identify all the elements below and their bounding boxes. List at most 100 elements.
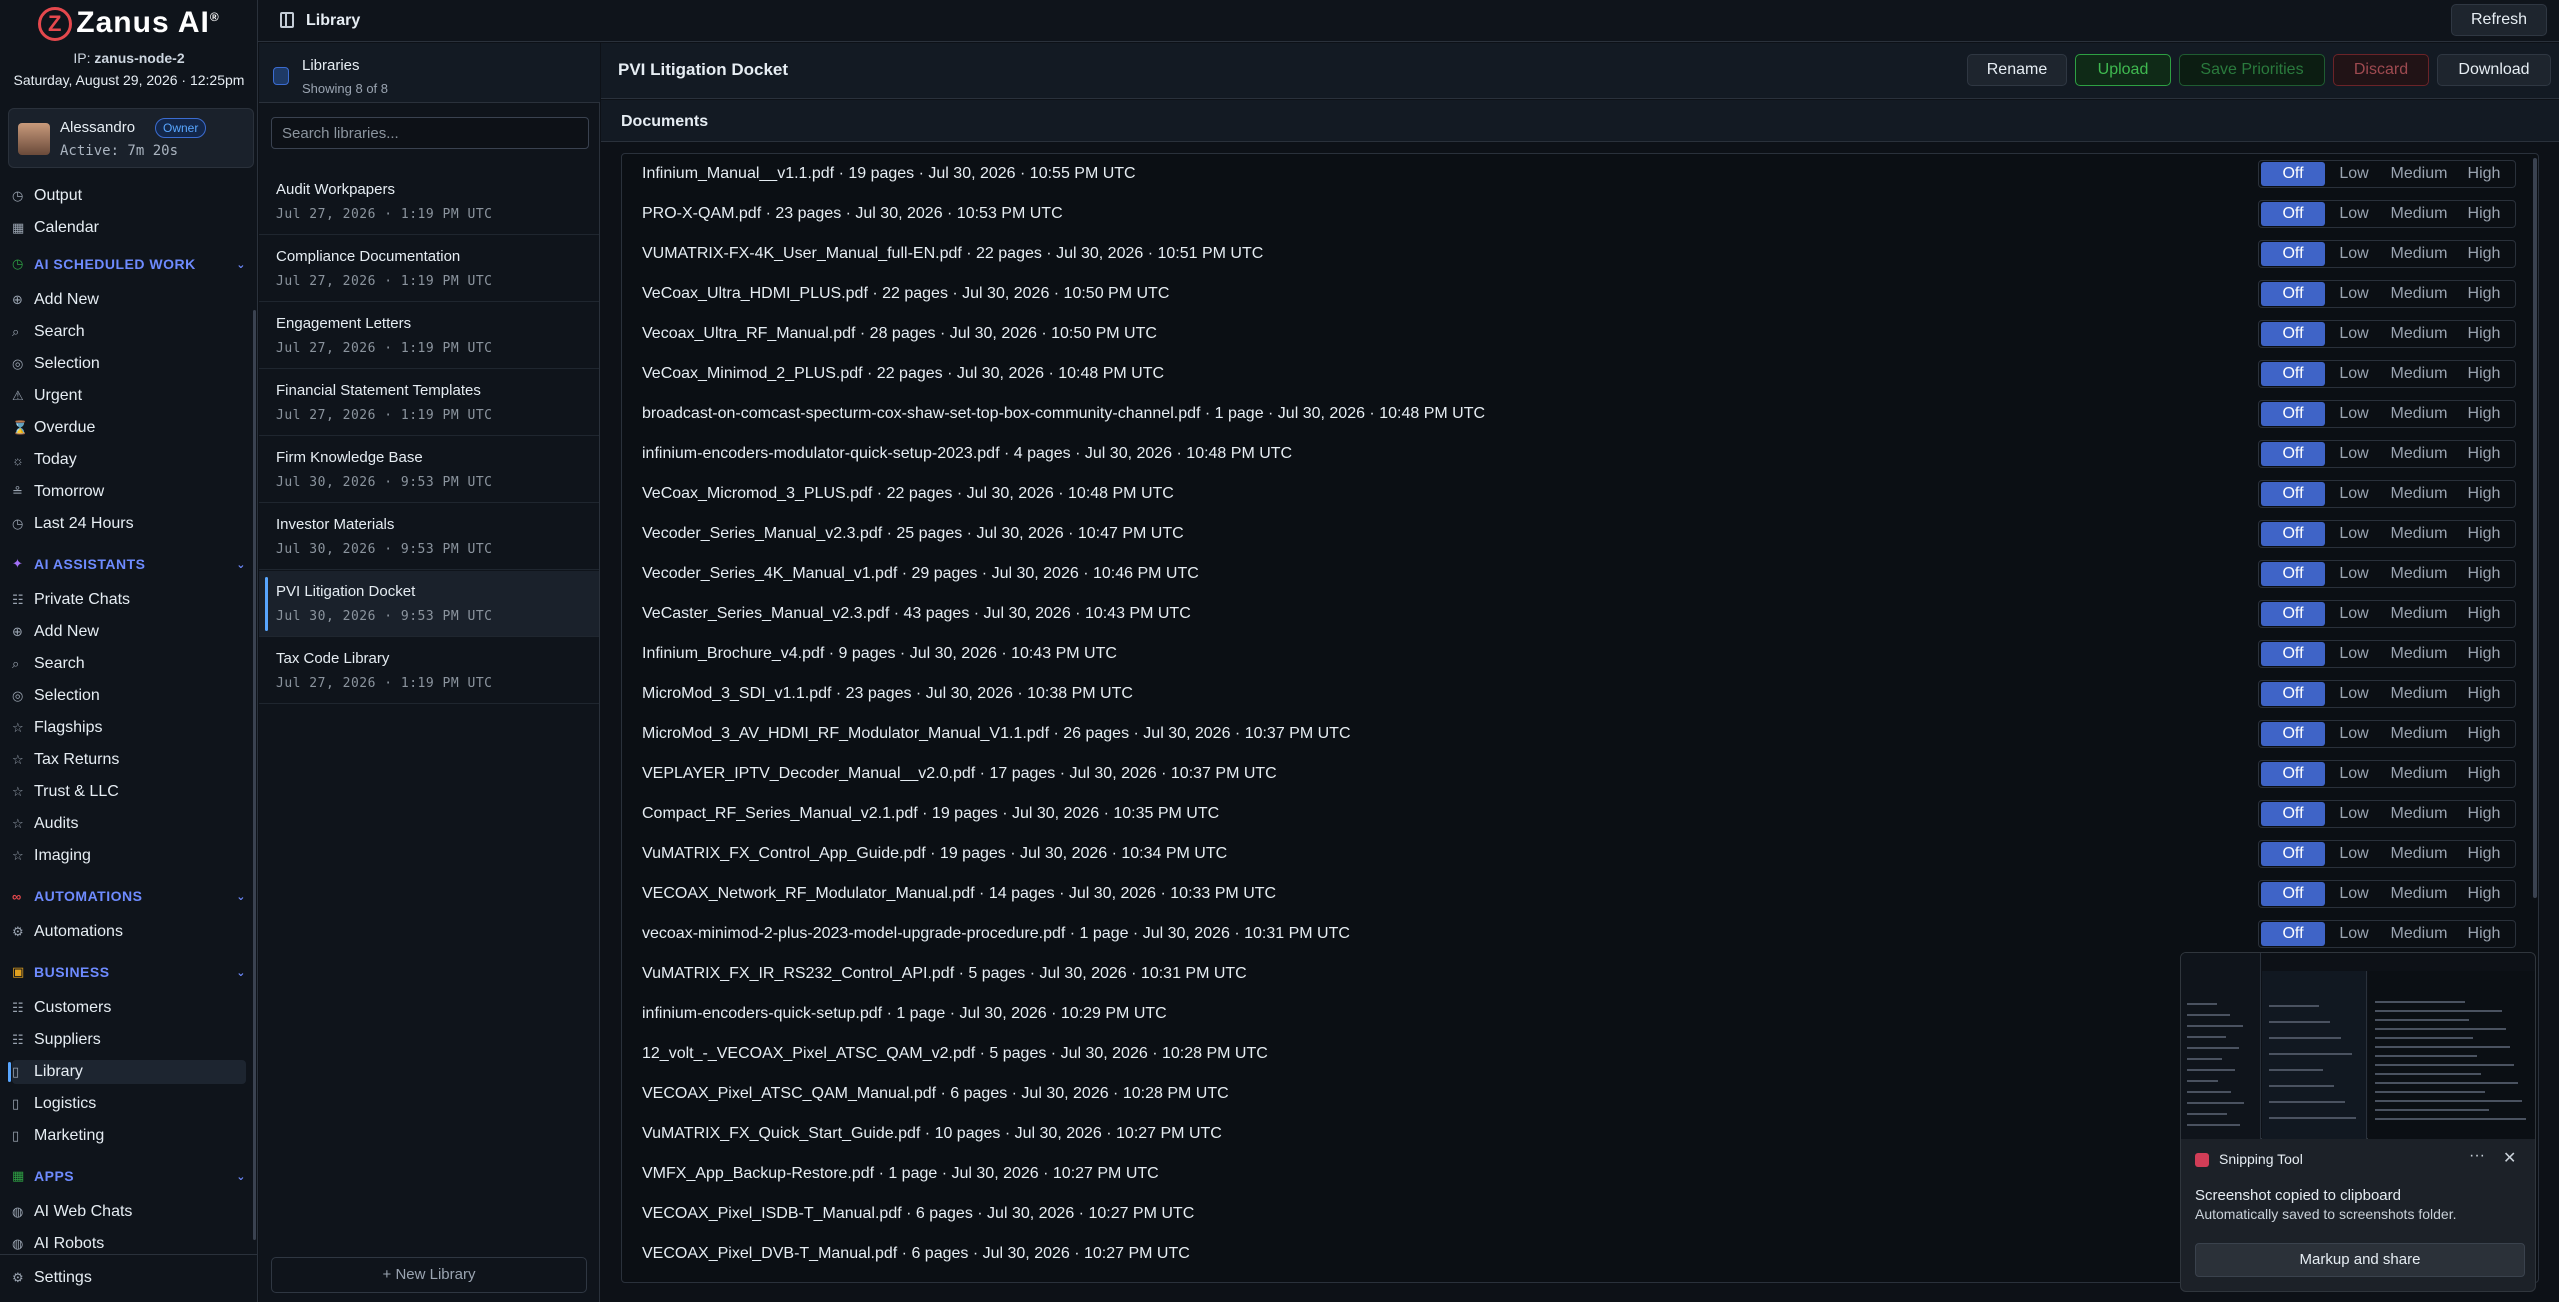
priority-low-button[interactable]: Low (2325, 445, 2383, 463)
nav-last-24-hours[interactable]: ◷ Last 24 Hours (12, 512, 246, 536)
nav-logistics[interactable]: ▯ Logistics (12, 1092, 246, 1116)
user-card[interactable]: Alessandro Owner Active: 7m 20s (8, 108, 254, 168)
document-row[interactable]: MicroMod_3_AV_HDMI_RF_Modulator_Manual_V… (622, 714, 2538, 754)
refresh-button[interactable]: Refresh (2451, 4, 2547, 36)
priority-medium-button[interactable]: Medium (2383, 285, 2455, 303)
priority-low-button[interactable]: Low (2325, 405, 2383, 423)
priority-high-button[interactable]: High (2455, 685, 2513, 703)
priority-low-button[interactable]: Low (2325, 285, 2383, 303)
priority-low-button[interactable]: Low (2325, 165, 2383, 183)
priority-high-button[interactable]: High (2455, 365, 2513, 383)
nav-today[interactable]: ☼ Today (12, 448, 246, 472)
priority-low-button[interactable]: Low (2325, 845, 2383, 863)
priority-off-button[interactable]: Off (2261, 602, 2325, 626)
download-button[interactable]: Download (2437, 54, 2551, 86)
markup-and-share-button[interactable]: Markup and share (2195, 1243, 2525, 1277)
section-ai-scheduled-work[interactable]: ◷ AI SCHEDULED WORK ⌄ (12, 252, 246, 276)
priority-low-button[interactable]: Low (2325, 925, 2383, 943)
section-business[interactable]: ▣ BUSINESS ⌄ (12, 960, 246, 984)
library-item[interactable]: Compliance Documentation Jul 27, 2026 · … (259, 236, 599, 302)
document-row[interactable]: VeCoax_Micromod_3_PLUS.pdf · 22 pages · … (622, 474, 2538, 514)
nav-overdue[interactable]: ⌛ Overdue (12, 416, 246, 440)
nav-calendar[interactable]: ▦ Calendar (12, 216, 246, 240)
discard-button[interactable]: Discard (2333, 54, 2429, 86)
nav-imaging[interactable]: ☆ Imaging (12, 844, 246, 868)
priority-low-button[interactable]: Low (2325, 725, 2383, 743)
priority-low-button[interactable]: Low (2325, 565, 2383, 583)
nav-add-new[interactable]: ⊕ Add New (12, 620, 246, 644)
priority-off-button[interactable]: Off (2261, 922, 2325, 946)
priority-off-button[interactable]: Off (2261, 882, 2325, 906)
priority-high-button[interactable]: High (2455, 245, 2513, 263)
priority-high-button[interactable]: High (2455, 645, 2513, 663)
nav-selection[interactable]: ◎ Selection (12, 352, 246, 376)
priority-off-button[interactable]: Off (2261, 242, 2325, 266)
priority-high-button[interactable]: High (2455, 925, 2513, 943)
priority-medium-button[interactable]: Medium (2383, 405, 2455, 423)
priority-off-button[interactable]: Off (2261, 842, 2325, 866)
priority-off-button[interactable]: Off (2261, 162, 2325, 186)
priority-medium-button[interactable]: Medium (2383, 365, 2455, 383)
priority-off-button[interactable]: Off (2261, 322, 2325, 346)
priority-high-button[interactable]: High (2455, 805, 2513, 823)
nav-search[interactable]: ⌕ Search (12, 652, 246, 676)
section-ai-assistants[interactable]: ✦ AI ASSISTANTS ⌄ (12, 552, 246, 576)
nav-customers[interactable]: ☷ Customers (12, 996, 246, 1020)
nav-flagships[interactable]: ☆ Flagships (12, 716, 246, 740)
priority-high-button[interactable]: High (2455, 325, 2513, 343)
document-row[interactable]: VECOAX_Network_RF_Modulator_Manual.pdf ·… (622, 874, 2538, 914)
priority-medium-button[interactable]: Medium (2383, 725, 2455, 743)
priority-low-button[interactable]: Low (2325, 365, 2383, 383)
save-priorities-button[interactable]: Save Priorities (2179, 54, 2325, 86)
chevron-down-icon[interactable]: ⌄ (236, 258, 246, 271)
nav-automations[interactable]: ⚙ Automations (12, 920, 246, 944)
library-search-input[interactable] (271, 117, 589, 149)
priority-high-button[interactable]: High (2455, 565, 2513, 583)
priority-low-button[interactable]: Low (2325, 765, 2383, 783)
document-row[interactable]: VeCaster_Series_Manual_v2.3.pdf · 43 pag… (622, 594, 2538, 634)
priority-high-button[interactable]: High (2455, 725, 2513, 743)
priority-low-button[interactable]: Low (2325, 645, 2383, 663)
priority-off-button[interactable]: Off (2261, 562, 2325, 586)
priority-off-button[interactable]: Off (2261, 282, 2325, 306)
priority-off-button[interactable]: Off (2261, 362, 2325, 386)
document-row[interactable]: Vecoder_Series_Manual_v2.3.pdf · 25 page… (622, 514, 2538, 554)
document-row[interactable]: PRO-X-QAM.pdf · 23 pages · Jul 30, 2026 … (622, 194, 2538, 234)
section-apps[interactable]: ▦ APPS ⌄ (12, 1164, 246, 1188)
document-row[interactable]: Vecoax_Ultra_RF_Manual.pdf · 28 pages · … (622, 314, 2538, 354)
document-row[interactable]: MicroMod_3_SDI_v1.1.pdf · 23 pages · Jul… (622, 674, 2538, 714)
priority-medium-button[interactable]: Medium (2383, 765, 2455, 783)
document-row[interactable]: broadcast-on-comcast-specturm-cox-shaw-s… (622, 394, 2538, 434)
snipping-tool-notification[interactable]: Snipping Tool ··· ✕ Screenshot copied to… (2180, 952, 2536, 1292)
library-item[interactable]: Tax Code Library Jul 27, 2026 · 1:19 PM … (259, 638, 599, 704)
priority-low-button[interactable]: Low (2325, 685, 2383, 703)
nav-tomorrow[interactable]: ≗ Tomorrow (12, 480, 246, 504)
library-item[interactable]: PVI Litigation Docket Jul 30, 2026 · 9:5… (259, 571, 599, 637)
priority-high-button[interactable]: High (2455, 525, 2513, 543)
more-options-icon[interactable]: ··· (2469, 1147, 2485, 1165)
document-row[interactable]: Compact_RF_Series_Manual_v2.1.pdf · 19 p… (622, 794, 2538, 834)
priority-high-button[interactable]: High (2455, 205, 2513, 223)
priority-off-button[interactable]: Off (2261, 722, 2325, 746)
priority-off-button[interactable]: Off (2261, 802, 2325, 826)
document-row[interactable]: Vecoder_Series_4K_Manual_v1.pdf · 29 pag… (622, 554, 2538, 594)
priority-low-button[interactable]: Low (2325, 325, 2383, 343)
document-row[interactable]: vecoax-minimod-2-plus-2023-model-upgrade… (622, 914, 2538, 954)
rename-button[interactable]: Rename (1967, 54, 2067, 86)
priority-low-button[interactable]: Low (2325, 805, 2383, 823)
chevron-down-icon[interactable]: ⌄ (236, 558, 246, 571)
nav-marketing[interactable]: ▯ Marketing (12, 1124, 246, 1148)
brand-logo[interactable]: Z Zanus AI® (0, 6, 258, 42)
nav-library[interactable]: ▯ Library (8, 1060, 246, 1084)
priority-medium-button[interactable]: Medium (2383, 485, 2455, 503)
priority-off-button[interactable]: Off (2261, 402, 2325, 426)
priority-high-button[interactable]: High (2455, 845, 2513, 863)
new-library-button[interactable]: + New Library (271, 1257, 587, 1293)
upload-button[interactable]: Upload (2075, 54, 2171, 86)
nav-add-new[interactable]: ⊕ Add New (12, 288, 246, 312)
priority-low-button[interactable]: Low (2325, 485, 2383, 503)
priority-medium-button[interactable]: Medium (2383, 205, 2455, 223)
document-row[interactable]: infinium-encoders-modulator-quick-setup-… (622, 434, 2538, 474)
nav-search[interactable]: ⌕ Search (12, 320, 246, 344)
priority-medium-button[interactable]: Medium (2383, 525, 2455, 543)
